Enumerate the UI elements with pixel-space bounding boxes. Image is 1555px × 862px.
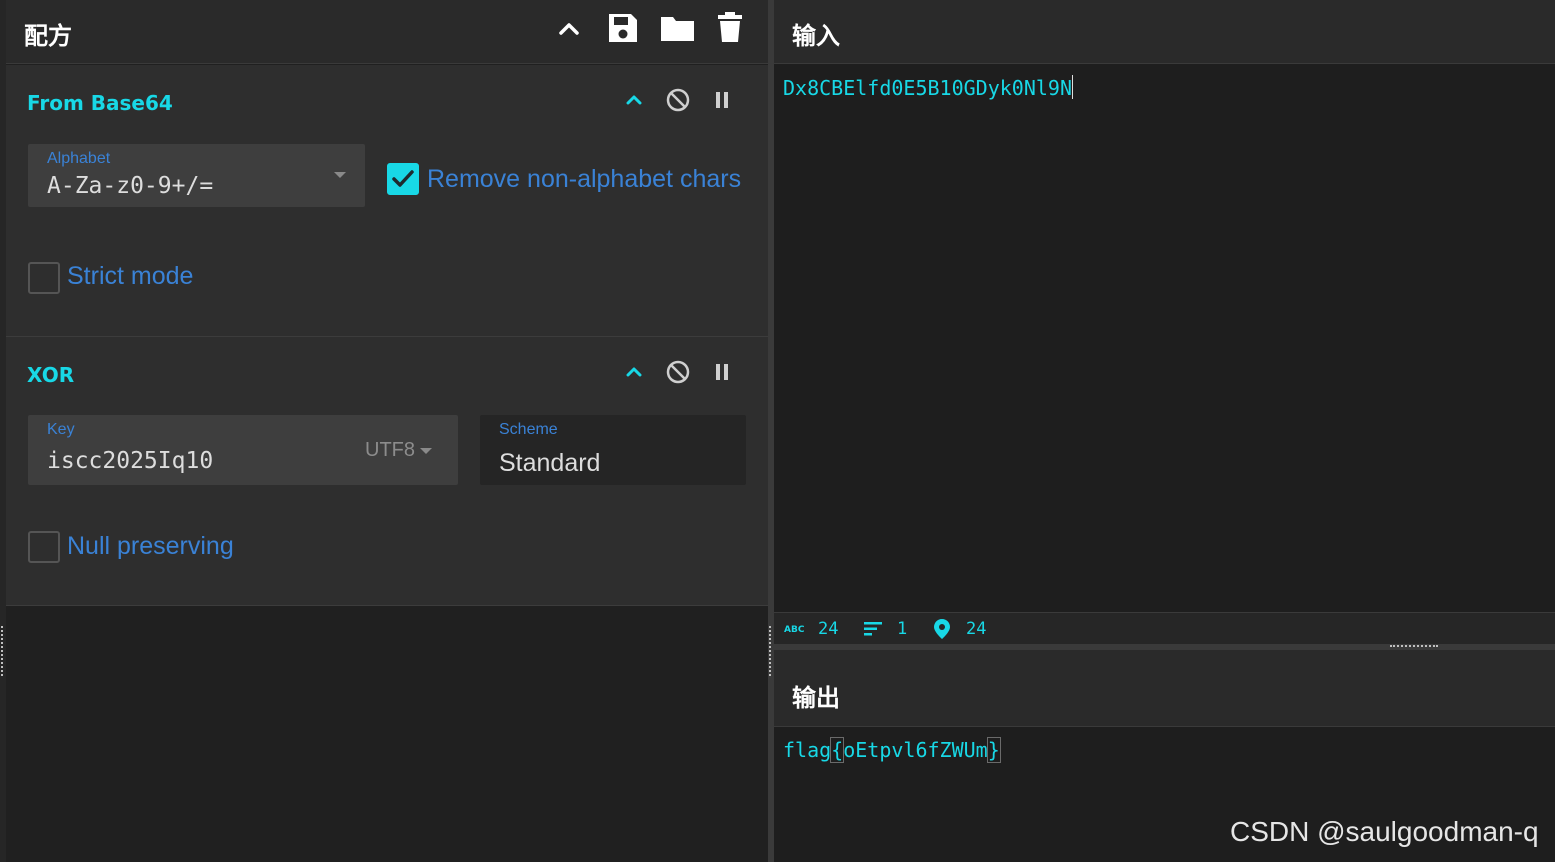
svg-text:ABC: ABC [784,625,805,635]
recipe-header: 配方 [6,0,768,64]
scheme-label: Scheme [499,421,558,438]
abc-icon: ABC [784,620,806,640]
text-cursor [1071,75,1073,99]
operation-xor: XOR Key iscc2025Iq10 UTF8 Scheme Standar… [6,337,768,606]
position-count: 24 [966,619,987,639]
resize-handle[interactable] [769,626,772,676]
input-textarea[interactable]: Dx8CBElfd0E5B10GDyk0Nl9N [774,65,1555,612]
chevron-up-icon[interactable] [555,12,587,46]
output-text: flag{oEtpvl6fZWUm} [783,737,1001,763]
cyberchef-window: 配方 From Base64 Alphabet A-Za-z0-9+/= Rem… [0,0,1555,862]
input-text: Dx8CBElfd0E5B10GDyk0Nl9N [783,75,1073,100]
remove-non-alphabet-label[interactable]: Remove non-alphabet chars [427,165,741,194]
input-text-value: Dx8CBElfd0E5B10GDyk0Nl9N [783,76,1072,100]
output-text-body: oEtpvl6fZWUm [843,738,988,762]
resize-handle[interactable] [1390,645,1438,648]
location-pin-icon [933,618,951,644]
alphabet-label: Alphabet [47,150,111,167]
folder-icon[interactable] [660,12,694,46]
strict-mode-label[interactable]: Strict mode [67,262,193,291]
strict-mode-checkbox[interactable] [28,262,60,294]
output-text-prefix: flag [783,738,832,762]
disable-icon[interactable] [665,359,691,385]
key-input[interactable]: Key iscc2025Iq10 UTF8 [28,415,458,485]
chevron-up-icon[interactable] [621,87,647,113]
bracket-highlight-close: } [986,737,1001,763]
bracket-highlight-open: { [830,737,845,763]
pause-icon[interactable] [709,359,735,385]
chevron-down-icon [334,172,346,178]
save-icon[interactable] [607,12,639,46]
recipe-title: 配方 [24,22,72,50]
pause-icon[interactable] [709,87,735,113]
lines-count: 1 [897,619,908,639]
resize-handle[interactable] [1,626,4,676]
chevron-down-icon [420,448,432,454]
operation-from-base64: From Base64 Alphabet A-Za-z0-9+/= Remove… [6,65,768,337]
input-header: 输入 [774,0,1555,64]
key-label: Key [47,421,75,438]
check-icon [392,170,414,187]
length-count: 24 [818,619,839,639]
null-preserving-checkbox[interactable] [28,531,60,563]
alphabet-select[interactable]: Alphabet A-Za-z0-9+/= [28,144,365,207]
scheme-value: Standard [499,449,601,477]
input-title: 输入 [792,22,840,50]
key-value: iscc2025Iq10 [47,448,214,474]
scheme-select[interactable]: Scheme Standard [480,415,746,485]
operation-title: From Base64 [27,91,173,115]
chevron-up-icon[interactable] [621,359,647,385]
output-title: 输出 [792,684,840,712]
operation-title: XOR [27,363,75,387]
text-cursor [999,737,1001,761]
output-header: 输出 [774,650,1555,727]
input-statusbar: ABC 24 1 24 [774,612,1555,644]
watermark: CSDN @saulgoodman-q [1230,816,1539,847]
alphabet-value: A-Za-z0-9+/= [47,173,214,199]
lines-icon [863,620,885,642]
key-encoding-dropdown[interactable]: UTF8 [365,439,415,462]
recipe-pane: 配方 From Base64 Alphabet A-Za-z0-9+/= Rem… [0,0,768,862]
trash-icon[interactable] [716,12,748,46]
null-preserving-label[interactable]: Null preserving [67,532,234,561]
disable-icon[interactable] [665,87,691,113]
remove-non-alphabet-checkbox[interactable] [387,163,419,195]
